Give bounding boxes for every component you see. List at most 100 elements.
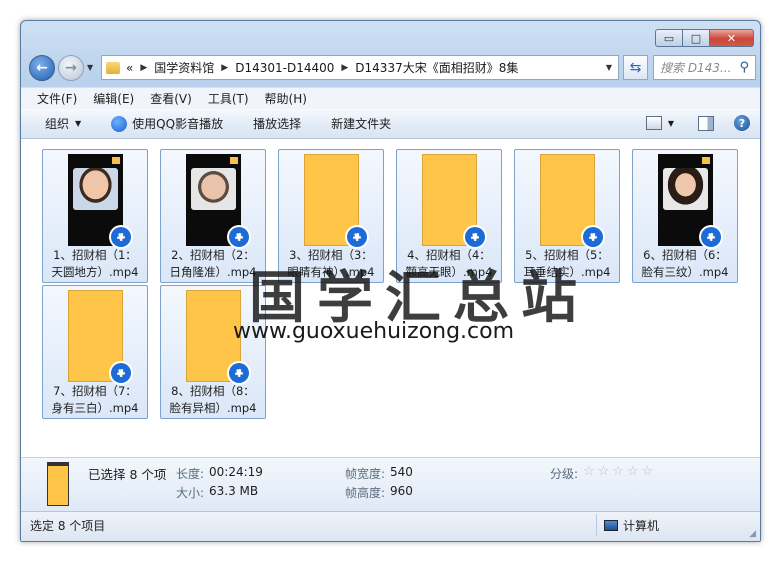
breadcrumb-item[interactable]: D14337大宋《面相招财》8集 xyxy=(355,59,518,76)
qq-player-icon xyxy=(109,225,133,249)
chevron-right-icon[interactable]: ▶ xyxy=(221,63,228,73)
film-reel-icon xyxy=(229,363,249,383)
new-folder-button[interactable]: 新建文件夹 xyxy=(331,115,391,132)
watermark-url: www.guoxuehuizong.com xyxy=(233,319,515,344)
film-reel-icon xyxy=(111,227,131,247)
folder-icon xyxy=(106,61,120,74)
resize-grip[interactable]: ◢ xyxy=(749,529,756,539)
search-icon[interactable]: ⚲ xyxy=(739,60,749,75)
frame-height-value: 960 xyxy=(390,484,413,498)
menu-tools[interactable]: 工具(T) xyxy=(208,90,249,107)
details-pane: 已选择 8 个项 长度: 00:24:19 大小: 63.3 MB 帧宽度: 5… xyxy=(21,457,760,511)
qq-player-icon xyxy=(109,361,133,385)
qq-player-icon xyxy=(581,225,605,249)
chevron-down-icon[interactable]: ▼ xyxy=(668,119,674,128)
size-value: 63.3 MB xyxy=(209,484,259,498)
search-input[interactable]: 搜索 D143... ⚲ xyxy=(653,55,756,80)
status-bar: 选定 8 个项目 计算机 ◢ xyxy=(21,511,760,541)
frame-width-label: 帧宽度: xyxy=(345,467,386,481)
file-tile[interactable]: 4、招财相（4： 颧高无眼）.mp4 xyxy=(396,149,502,283)
file-tile[interactable]: 3、招财相（3： 眼睛有神）.mp4 xyxy=(278,149,384,283)
file-name-line: 6、招财相（6： xyxy=(643,248,727,262)
thumbnail-photo xyxy=(663,168,708,210)
file-name-line: 脸有三纹）.mp4 xyxy=(641,265,729,279)
thumbnail-corner-mark xyxy=(702,157,710,164)
size-label: 大小: xyxy=(176,486,205,500)
menu-edit[interactable]: 编辑(E) xyxy=(93,90,134,107)
file-name: 7、招财相（7： 身有三白）.mp4 xyxy=(43,383,147,417)
thumbnail-photo xyxy=(191,168,236,210)
menu-help[interactable]: 帮助(H) xyxy=(265,90,307,107)
file-tile[interactable]: 2、招财相（2： 日角隆准）.mp4 xyxy=(160,149,266,283)
caption-buttons: ▭ □ ✕ xyxy=(655,29,754,47)
breadcrumb-item[interactable]: 国学资料馆 xyxy=(154,59,214,76)
rating-stars[interactable]: ☆☆☆☆☆ xyxy=(583,464,656,479)
thumbnail-corner-mark xyxy=(230,157,238,164)
thumbnail-photo xyxy=(73,168,118,210)
file-name-line: 4、招财相（4： xyxy=(407,248,491,262)
film-reel-icon xyxy=(111,363,131,383)
file-name-line: 7、招财相（7： xyxy=(53,384,137,398)
frame-height-label: 帧高度: xyxy=(345,486,386,500)
chevron-right-icon[interactable]: ▶ xyxy=(140,63,147,73)
file-list[interactable]: 1、招财相（1： 天圆地方）.mp4 2、招财相（2： 日角隆准）.mp4 3、招财相（… xyxy=(21,139,760,457)
file-name-line: 5、招财相（5： xyxy=(525,248,609,262)
chevron-down-icon[interactable]: ▼ xyxy=(606,63,612,72)
file-tile[interactable]: 6、招财相（6： 脸有三纹）.mp4 xyxy=(632,149,738,283)
file-tile[interactable]: 5、招财相（5： 耳垂结实）.mp4 xyxy=(514,149,620,283)
file-name: 5、招财相（5： 耳垂结实）.mp4 xyxy=(515,247,619,281)
breadcrumb-item[interactable]: D14301-D14400 xyxy=(235,61,334,75)
qq-player-icon xyxy=(111,115,128,132)
menu-view[interactable]: 查看(V) xyxy=(150,90,192,107)
qq-player-icon xyxy=(463,225,487,249)
preview-pane-icon[interactable] xyxy=(698,115,714,131)
file-name-line: 2、招财相（2： xyxy=(171,248,255,262)
file-name-line: 3、招财相（3： xyxy=(289,248,373,262)
play-with-qq-button[interactable]: 使用QQ影音播放 xyxy=(111,115,223,132)
thumbnail-corner-mark xyxy=(112,157,120,164)
selection-summary: 已选择 8 个项 xyxy=(88,467,167,482)
length-label: 长度: xyxy=(176,467,205,481)
rating-label: 分级: xyxy=(550,467,579,481)
file-name: 8、招财相（8： 脸有异相）.mp4 xyxy=(161,383,265,417)
qq-player-icon xyxy=(227,225,251,249)
file-name-line: 天圆地方）.mp4 xyxy=(51,265,139,279)
film-reel-icon xyxy=(465,227,485,247)
arrow-right-icon: → xyxy=(65,60,77,76)
organize-button[interactable]: 组织 ▼ xyxy=(45,115,81,132)
qq-player-icon xyxy=(345,225,369,249)
back-button[interactable]: ← xyxy=(29,55,55,81)
file-tile[interactable]: 8、招财相（8： 脸有异相）.mp4 xyxy=(160,285,266,419)
file-name-line: 耳垂结实）.mp4 xyxy=(523,265,611,279)
address-bar[interactable]: « ▶ 国学资料馆 ▶ D14301-D14400 ▶ D14337大宋《面相招… xyxy=(101,55,619,80)
file-name-line: 身有三白）.mp4 xyxy=(51,401,139,415)
file-name-line: 眼睛有神）.mp4 xyxy=(287,265,375,279)
file-tile[interactable]: 7、招财相（7： 身有三白）.mp4 xyxy=(42,285,148,419)
explorer-window: ▭ □ ✕ ← → ▼ « ▶ 国学资料馆 ▶ D14301-D14400 ▶ … xyxy=(20,20,761,542)
refresh-button[interactable]: ⇆ xyxy=(623,55,648,80)
refresh-icon: ⇆ xyxy=(629,59,642,76)
file-tile[interactable]: 1、招财相（1： 天圆地方）.mp4 xyxy=(42,149,148,283)
help-icon[interactable]: ? xyxy=(734,115,750,131)
menu-file[interactable]: 文件(F) xyxy=(37,90,77,107)
minimize-button[interactable]: ▭ xyxy=(655,29,683,47)
status-location: 计算机 xyxy=(604,517,659,534)
recent-pages-dropdown[interactable]: ▼ xyxy=(87,63,93,72)
change-view-icon[interactable] xyxy=(645,116,662,130)
status-location-label: 计算机 xyxy=(623,519,660,533)
breadcrumb-overflow[interactable]: « xyxy=(126,61,133,75)
command-bar: 组织 ▼ 使用QQ影音播放 播放选择 新建文件夹 ▼ ? xyxy=(21,109,760,139)
chevron-right-icon[interactable]: ▶ xyxy=(341,63,348,73)
qq-player-icon xyxy=(699,225,723,249)
maximize-button[interactable]: □ xyxy=(683,29,710,47)
close-button[interactable]: ✕ xyxy=(710,29,754,47)
navigation-row: ← → ▼ « ▶ 国学资料馆 ▶ D14301-D14400 ▶ D14337… xyxy=(27,53,756,83)
view-controls: ▼ ? xyxy=(645,115,750,131)
file-name-line: 日角隆准）.mp4 xyxy=(169,265,257,279)
film-reel-icon xyxy=(701,227,721,247)
play-selection-button[interactable]: 播放选择 xyxy=(253,115,301,132)
forward-button[interactable]: → xyxy=(58,55,84,81)
organize-label: 组织 xyxy=(45,117,70,131)
file-name: 4、招财相（4： 颧高无眼）.mp4 xyxy=(397,247,501,281)
file-name: 3、招财相（3： 眼睛有神）.mp4 xyxy=(279,247,383,281)
